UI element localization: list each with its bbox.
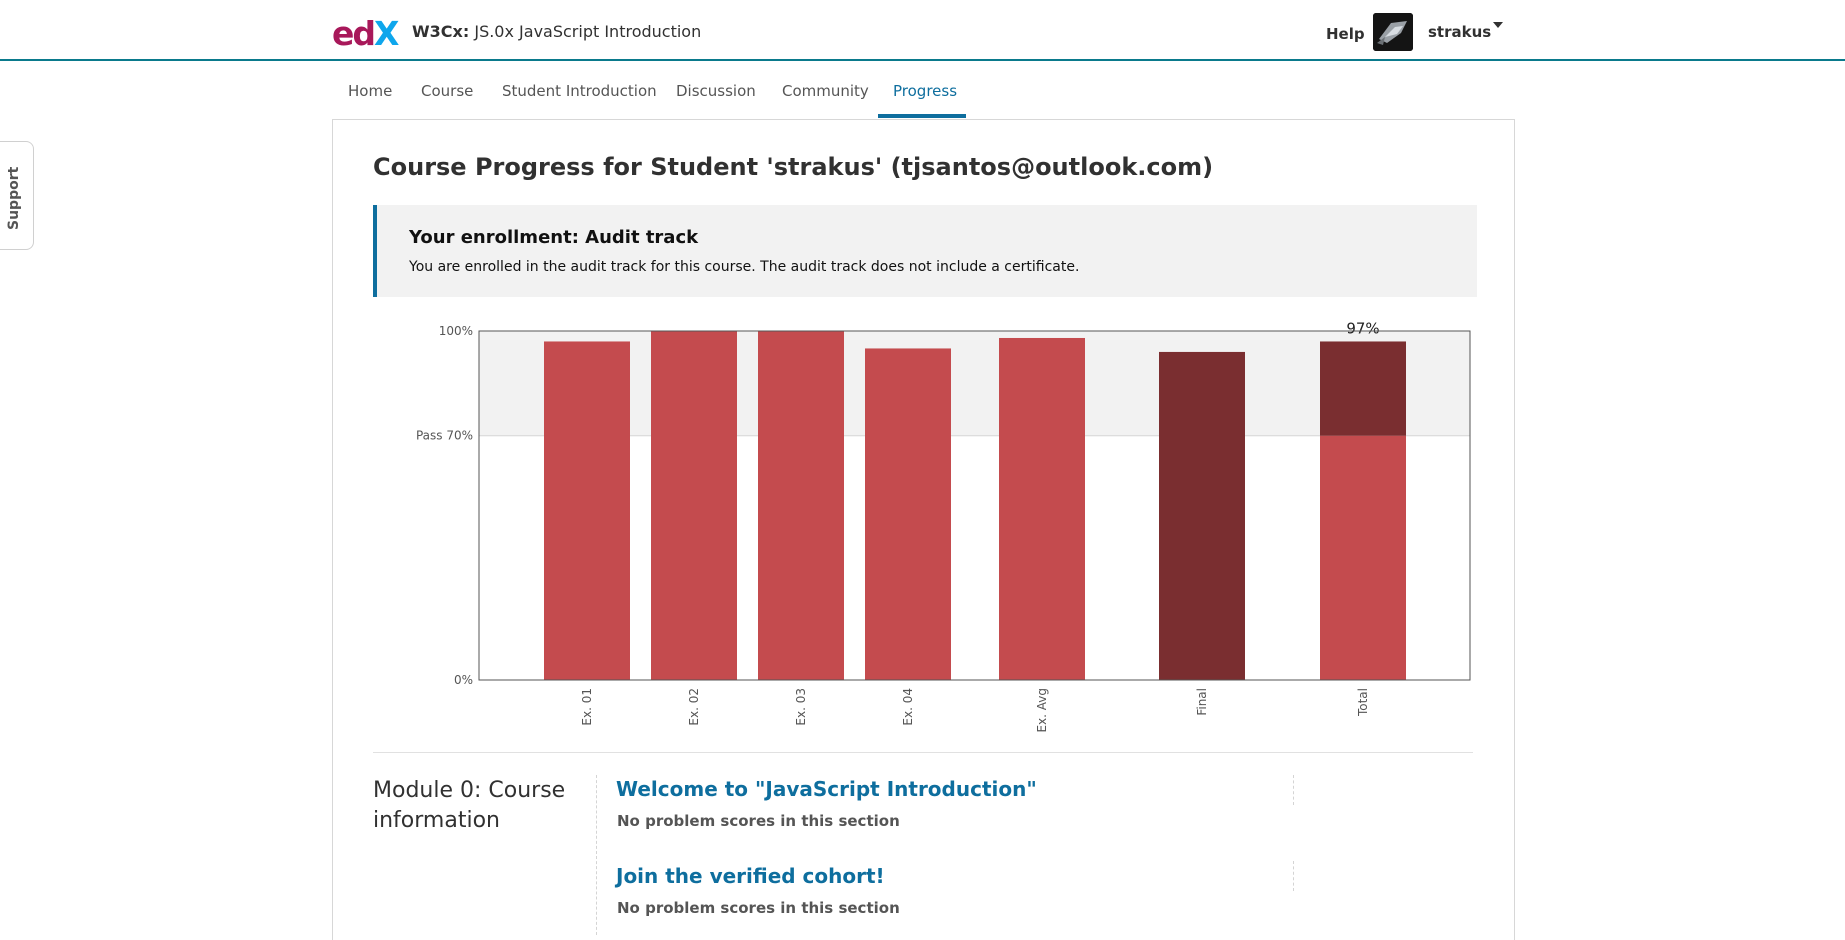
- x-tick-label: Final: [1195, 688, 1209, 716]
- page-title: Course Progress for Student 'strakus' (t…: [373, 153, 1214, 181]
- course-name: JS.0x JavaScript Introduction: [474, 22, 702, 41]
- y-tick-label: Pass 70%: [416, 429, 473, 443]
- active-tab-indicator: [878, 114, 966, 118]
- course-title: W3Cx: JS.0x JavaScript Introduction: [412, 22, 701, 41]
- site-header: edX W3Cx: JS.0x JavaScript Introduction …: [0, 0, 1845, 61]
- bar-ex-03: [758, 331, 844, 680]
- total-label: 97%: [1346, 319, 1379, 337]
- tab-discussion[interactable]: Discussion: [676, 82, 756, 100]
- enrollment-title: Your enrollment: Audit track: [409, 227, 699, 248]
- x-tick-label: Ex. 01: [580, 688, 594, 726]
- support-tab-label: Support: [6, 166, 22, 230]
- x-tick-label: Ex. 02: [687, 688, 701, 726]
- tab-student-introduction[interactable]: Student Introduction: [502, 82, 657, 100]
- help-link[interactable]: Help: [1326, 25, 1365, 43]
- y-tick-label: 100%: [439, 324, 473, 338]
- enrollment-text: You are enrolled in the audit track for …: [409, 259, 1080, 275]
- bar-final: [1159, 351, 1245, 680]
- chevron-down-icon[interactable]: [1493, 22, 1503, 28]
- section-note: No problem scores in this section: [617, 812, 900, 830]
- section-link-welcome[interactable]: Welcome to "JavaScript Introduction": [616, 777, 1037, 801]
- module-title: Module 0: Course information: [373, 778, 566, 833]
- course-org: W3Cx:: [412, 22, 470, 41]
- x-tick-label: Ex. 03: [794, 688, 808, 726]
- tab-community[interactable]: Community: [782, 82, 869, 100]
- bar-ex-01: [544, 341, 630, 680]
- enrollment-message: Your enrollment: Audit track You are enr…: [373, 205, 1477, 297]
- tab-home[interactable]: Home: [348, 82, 392, 100]
- bar-total-pass: [1320, 435, 1406, 680]
- divider: [373, 752, 1473, 753]
- bar-ex-04: [865, 348, 951, 680]
- bar-ex-02: [651, 331, 737, 680]
- tab-course[interactable]: Course: [421, 82, 473, 100]
- support-tab[interactable]: Support: [0, 141, 34, 250]
- section-score-column: [1293, 861, 1294, 891]
- section-note: No problem scores in this section: [617, 899, 900, 917]
- bar-total-extra: [1320, 341, 1406, 436]
- bar-ex-avg: [999, 337, 1085, 680]
- y-tick-label: 0%: [454, 673, 473, 687]
- section-link-verified-cohort[interactable]: Join the verified cohort!: [616, 864, 885, 888]
- section-score-column: [1293, 775, 1294, 805]
- avatar[interactable]: [1373, 13, 1413, 51]
- tab-progress[interactable]: Progress: [893, 82, 957, 100]
- x-tick-label: Ex. 04: [901, 688, 915, 726]
- progress-chart: Ex. 01 Ex. 02 Ex. 03 Ex. 04 Ex. Avg Final 97% T…: [416, 319, 1471, 733]
- edx-logo[interactable]: edX: [332, 16, 400, 52]
- x-tick-label: Total: [1356, 688, 1370, 717]
- username[interactable]: strakus: [1428, 23, 1491, 41]
- x-tick-label: Ex. Avg: [1035, 688, 1049, 733]
